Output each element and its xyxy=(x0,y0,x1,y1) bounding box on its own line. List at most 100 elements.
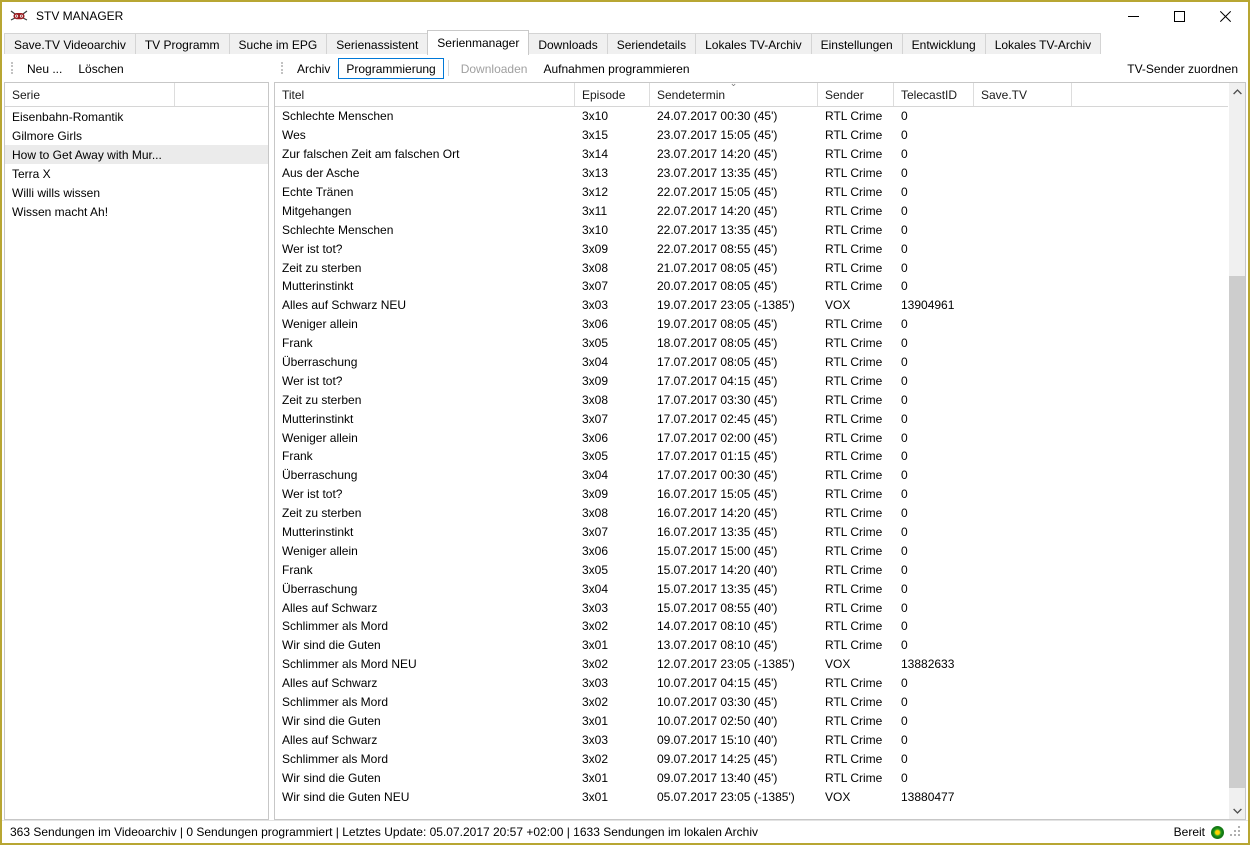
table-row[interactable]: Mutterinstinkt3x0716.07.2017 13:35 (45')… xyxy=(275,523,1228,542)
column-header-save-tv[interactable]: Save.TV xyxy=(974,83,1072,106)
table-row[interactable]: Wir sind die Guten NEU3x0105.07.2017 23:… xyxy=(275,787,1228,806)
table-row[interactable]: Zur falschen Zeit am falschen Ort3x1423.… xyxy=(275,145,1228,164)
tab-lokales-tv-archiv[interactable]: Lokales TV-Archiv xyxy=(695,33,812,55)
table-row[interactable]: Alles auf Schwarz3x0309.07.2017 15:10 (4… xyxy=(275,730,1228,749)
column-header-sendetermin[interactable]: ⌄Sendetermin xyxy=(650,83,818,106)
table-row[interactable]: Wir sind die Guten3x0113.07.2017 08:10 (… xyxy=(275,636,1228,655)
scroll-up-button[interactable] xyxy=(1229,83,1245,100)
tab-seriendetails[interactable]: Seriendetails xyxy=(607,33,696,55)
table-row[interactable]: Mitgehangen3x1122.07.2017 14:20 (45')RTL… xyxy=(275,201,1228,220)
table-row[interactable]: Wir sind die Guten3x0109.07.2017 13:40 (… xyxy=(275,768,1228,787)
table-row[interactable]: Frank3x0515.07.2017 14:20 (40')RTL Crime… xyxy=(275,560,1228,579)
cell-sender: RTL Crime xyxy=(818,619,894,633)
column-header-telecastid[interactable]: TelecastID xyxy=(894,83,974,106)
table-row[interactable]: Zeit zu sterben3x0817.07.2017 03:30 (45'… xyxy=(275,390,1228,409)
tv-sender-zuordnen-button[interactable]: TV-Sender zuordnen xyxy=(1119,58,1246,79)
tab-downloads[interactable]: Downloads xyxy=(528,33,607,55)
table-row[interactable]: Schlechte Menschen3x1024.07.2017 00:30 (… xyxy=(275,107,1228,126)
cell-sender: RTL Crime xyxy=(818,525,894,539)
table-row[interactable]: Alles auf Schwarz NEU3x0319.07.2017 23:0… xyxy=(275,296,1228,315)
column-header-sender[interactable]: Sender xyxy=(818,83,894,106)
cell-sender: RTL Crime xyxy=(818,714,894,728)
scroll-down-button[interactable] xyxy=(1229,802,1245,819)
table-row[interactable]: Weniger allein3x0617.07.2017 02:00 (45')… xyxy=(275,428,1228,447)
table-row[interactable]: Mutterinstinkt3x0717.07.2017 02:45 (45')… xyxy=(275,409,1228,428)
minimize-button[interactable] xyxy=(1110,2,1156,30)
table-row[interactable]: Zeit zu sterben3x0816.07.2017 14:20 (45'… xyxy=(275,504,1228,523)
programmierung-button[interactable]: Programmierung xyxy=(338,58,443,79)
cell-episode: 3x06 xyxy=(575,317,650,331)
series-list-item[interactable]: Gilmore Girls xyxy=(5,126,268,145)
tab-lokales-tv-archiv[interactable]: Lokales TV-Archiv xyxy=(985,33,1102,55)
toolbar-grip-icon[interactable] xyxy=(278,60,286,76)
table-row[interactable]: Weniger allein3x0615.07.2017 15:00 (45')… xyxy=(275,541,1228,560)
resize-grip-icon[interactable] xyxy=(1230,826,1242,838)
cell-titel: Wir sind die Guten xyxy=(275,714,575,728)
table-row[interactable]: Überraschung3x0415.07.2017 13:35 (45')RT… xyxy=(275,579,1228,598)
delete-series-button[interactable]: Löschen xyxy=(70,58,131,79)
tab-serienmanager[interactable]: Serienmanager xyxy=(427,30,529,55)
table-row[interactable]: Alles auf Schwarz3x0315.07.2017 08:55 (4… xyxy=(275,598,1228,617)
table-row[interactable]: Überraschung3x0417.07.2017 00:30 (45')RT… xyxy=(275,466,1228,485)
tab-tv-programm[interactable]: TV Programm xyxy=(135,33,230,55)
table-row[interactable]: Wer ist tot?3x0917.07.2017 04:15 (45')RT… xyxy=(275,371,1228,390)
scrollbar-thumb[interactable] xyxy=(1229,276,1245,788)
scrollbar-track[interactable] xyxy=(1229,100,1245,802)
series-column-header[interactable]: Serie xyxy=(5,83,175,106)
cell-telecastid: 0 xyxy=(894,166,974,180)
new-series-button[interactable]: Neu ... xyxy=(19,58,70,79)
aufnahmen-programmieren-button[interactable]: Aufnahmen programmieren xyxy=(535,58,697,79)
recordings-grid-body[interactable]: Schlechte Menschen3x1024.07.2017 00:30 (… xyxy=(275,107,1228,819)
table-row[interactable]: Wer ist tot?3x0916.07.2017 15:05 (45')RT… xyxy=(275,485,1228,504)
cell-episode: 3x02 xyxy=(575,752,650,766)
column-header-label: Episode xyxy=(582,88,625,102)
table-row[interactable]: Überraschung3x0417.07.2017 08:05 (45')RT… xyxy=(275,353,1228,372)
series-list-item[interactable]: Willi wills wissen xyxy=(5,183,268,202)
column-header-titel[interactable]: Titel xyxy=(275,83,575,106)
cell-titel: Mitgehangen xyxy=(275,204,575,218)
series-list-item[interactable]: Terra X xyxy=(5,164,268,183)
maximize-button[interactable] xyxy=(1156,2,1202,30)
series-list-body[interactable]: Eisenbahn-RomantikGilmore GirlsHow to Ge… xyxy=(5,107,268,819)
table-row[interactable]: Schlimmer als Mord3x0214.07.2017 08:10 (… xyxy=(275,617,1228,636)
series-pane: Neu ... Löschen Serie Eisenbahn-Romantik… xyxy=(4,55,269,820)
column-header-label: Sendetermin xyxy=(657,88,725,102)
table-row[interactable]: Alles auf Schwarz3x0310.07.2017 04:15 (4… xyxy=(275,674,1228,693)
cell-sendetermin: 09.07.2017 13:40 (45') xyxy=(650,771,818,785)
tab-einstellungen[interactable]: Einstellungen xyxy=(811,33,903,55)
toolbar-separator xyxy=(448,60,449,76)
column-header-episode[interactable]: Episode xyxy=(575,83,650,106)
tab-suche-im-epg[interactable]: Suche im EPG xyxy=(229,33,328,55)
cell-sender: RTL Crime xyxy=(818,185,894,199)
tab-save-tv-videoarchiv[interactable]: Save.TV Videoarchiv xyxy=(4,33,136,55)
cell-telecastid: 13904961 xyxy=(894,298,974,312)
table-row[interactable]: Schlimmer als Mord3x0209.07.2017 14:25 (… xyxy=(275,749,1228,768)
table-row[interactable]: Zeit zu sterben3x0821.07.2017 08:05 (45'… xyxy=(275,258,1228,277)
table-row[interactable]: Frank3x0518.07.2017 08:05 (45')RTL Crime… xyxy=(275,334,1228,353)
table-row[interactable]: Echte Tränen3x1222.07.2017 15:05 (45')RT… xyxy=(275,183,1228,202)
table-row[interactable]: Wir sind die Guten3x0110.07.2017 02:50 (… xyxy=(275,712,1228,731)
table-row[interactable]: Frank3x0517.07.2017 01:15 (45')RTL Crime… xyxy=(275,447,1228,466)
tab-entwicklung[interactable]: Entwicklung xyxy=(902,33,986,55)
table-row[interactable]: Schlechte Menschen3x1022.07.2017 13:35 (… xyxy=(275,220,1228,239)
vertical-scrollbar[interactable] xyxy=(1228,83,1245,819)
main-tab-bar[interactable]: Save.TV VideoarchivTV ProgrammSuche im E… xyxy=(2,30,1248,55)
series-list-item[interactable]: Eisenbahn-Romantik xyxy=(5,107,268,126)
series-list-item[interactable]: How to Get Away with Mur... xyxy=(5,145,268,164)
close-button[interactable] xyxy=(1202,2,1248,30)
toolbar-grip-icon[interactable] xyxy=(8,60,16,76)
series-list-item[interactable]: Wissen macht Ah! xyxy=(5,202,268,221)
cell-episode: 3x08 xyxy=(575,506,650,520)
archiv-button[interactable]: Archiv xyxy=(289,58,338,79)
table-row[interactable]: Wer ist tot?3x0922.07.2017 08:55 (45')RT… xyxy=(275,239,1228,258)
cell-episode: 3x04 xyxy=(575,355,650,369)
cell-telecastid: 0 xyxy=(894,601,974,615)
recordings-grid-header[interactable]: Titel Episode ⌄SendeterminSenderTelecastID… xyxy=(275,83,1228,107)
table-row[interactable]: Schlimmer als Mord3x0210.07.2017 03:30 (… xyxy=(275,693,1228,712)
table-row[interactable]: Aus der Asche3x1323.07.2017 13:35 (45')R… xyxy=(275,164,1228,183)
table-row[interactable]: Schlimmer als Mord NEU3x0212.07.2017 23:… xyxy=(275,655,1228,674)
tab-serienassistent[interactable]: Serienassistent xyxy=(326,33,428,55)
table-row[interactable]: Mutterinstinkt3x0720.07.2017 08:05 (45')… xyxy=(275,277,1228,296)
table-row[interactable]: Wes3x1523.07.2017 15:05 (45')RTL Crime0 xyxy=(275,126,1228,145)
table-row[interactable]: Weniger allein3x0619.07.2017 08:05 (45')… xyxy=(275,315,1228,334)
